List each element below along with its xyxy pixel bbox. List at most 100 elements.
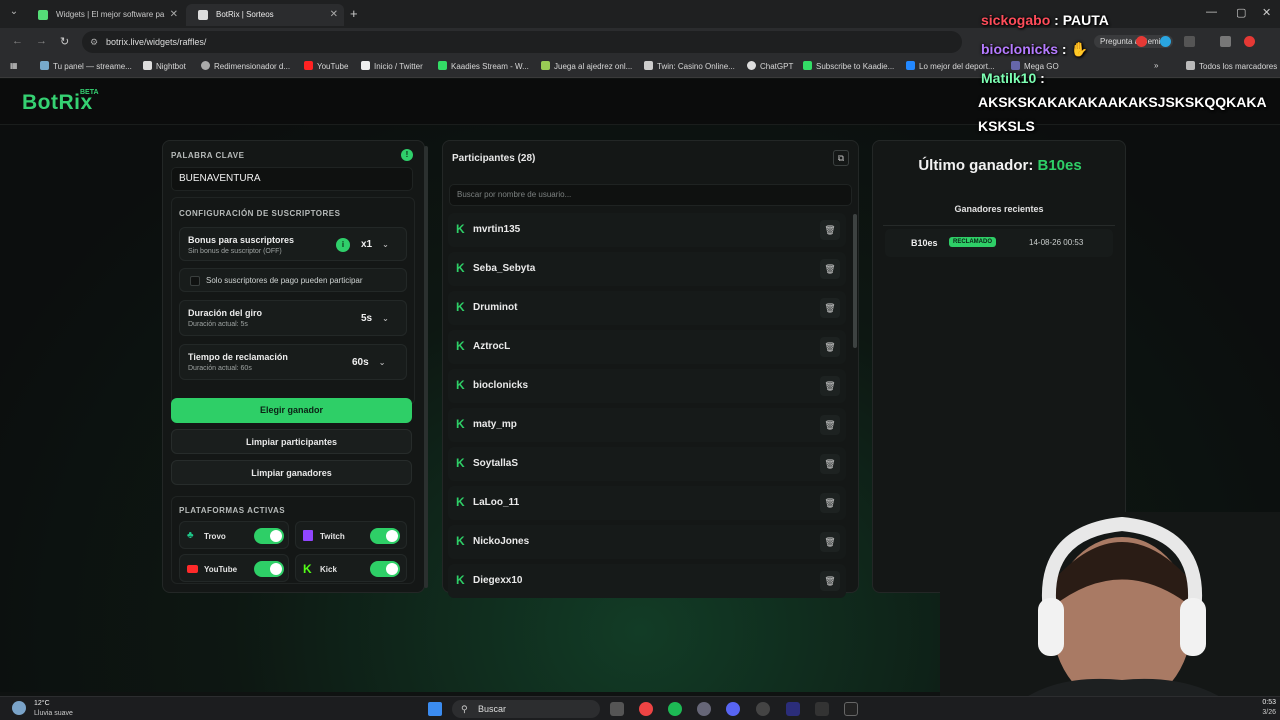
recent-winner-name: B10es: [911, 238, 938, 248]
weather-desc[interactable]: Lluvia suave: [34, 710, 73, 717]
info-icon[interactable]: i: [336, 238, 350, 252]
participant-name: bioclonicks: [473, 380, 529, 391]
beta-badge: BETA: [80, 89, 99, 96]
sidebar-icon[interactable]: [1220, 36, 1231, 47]
close-tab-icon[interactable]: ✕: [170, 4, 178, 26]
last-winner-heading: Último ganador: B10es: [918, 157, 1082, 174]
discord-icon[interactable]: [726, 702, 740, 716]
bonus-select[interactable]: x1 ⌄: [361, 239, 389, 250]
extension-icon[interactable]: [1160, 36, 1171, 47]
kick-icon: K: [456, 456, 465, 470]
participant-name: SoytallaS: [473, 458, 519, 469]
participant-row: Kbioclonicks 🗑: [448, 369, 846, 403]
apps-icon[interactable]: ▦: [10, 61, 18, 70]
claim-time-select[interactable]: 60s ⌄: [352, 357, 385, 368]
bookmark-item[interactable]: Tu panel — streame...: [40, 61, 132, 71]
streamer-webcam-image: [940, 512, 1280, 720]
site-info-icon[interactable]: ⚙: [90, 31, 98, 53]
extensions-puzzle-icon[interactable]: [1184, 36, 1195, 47]
back-icon[interactable]: ←: [12, 35, 23, 47]
delete-participant-icon[interactable]: 🗑: [820, 532, 840, 552]
windows-start-icon[interactable]: [428, 702, 442, 716]
profile-avatar[interactable]: [1244, 36, 1255, 47]
delete-participant-icon[interactable]: 🗑: [820, 337, 840, 357]
delete-participant-icon[interactable]: 🗑: [820, 259, 840, 279]
bookmark-item[interactable]: ChatGPT: [747, 61, 793, 71]
maximize-icon[interactable]: ▢: [1236, 6, 1246, 19]
address-bar-row: ← → ↻ ⚙ botrix.live/widgets/raffles/ Pre…: [0, 28, 1280, 56]
bookmark-item[interactable]: Kaadies Stream - W...: [438, 61, 529, 71]
forward-icon[interactable]: →: [36, 35, 47, 47]
claim-title: Tiempo de reclamación: [188, 352, 288, 362]
premiere-icon[interactable]: [786, 702, 800, 716]
clock-time[interactable]: 0:53: [1252, 699, 1276, 706]
more-bookmarks-icon[interactable]: »: [1154, 61, 1158, 70]
botrix-logo[interactable]: BotRix BETA: [22, 89, 99, 115]
app-icon[interactable]: [815, 702, 829, 716]
close-window-icon[interactable]: ✕: [1262, 6, 1271, 19]
info-icon[interactable]: !: [401, 149, 413, 161]
trovo-toggle[interactable]: [254, 528, 284, 544]
bookmark-item[interactable]: Nightbot: [143, 61, 186, 71]
settings-scrollbar[interactable]: [424, 146, 428, 588]
participant-name: AztrocL: [473, 341, 511, 352]
task-view-icon[interactable]: [610, 702, 624, 716]
participants-title: Participantes (28): [452, 153, 536, 164]
keyword-input[interactable]: BUENAVENTURA: [171, 167, 413, 191]
delete-participant-icon[interactable]: 🗑: [820, 493, 840, 513]
kick-icon: K: [456, 261, 465, 275]
taskbar-search-input[interactable]: ⚲ Buscar: [452, 700, 600, 718]
spin-duration-select[interactable]: 5s ⌄: [361, 313, 389, 324]
platform-youtube: YouTube: [179, 554, 289, 582]
recent-winner-row: B10es RECLAMADO 14-08-26 00:53: [885, 229, 1113, 257]
reload-icon[interactable]: ↻: [60, 35, 69, 48]
close-tab-icon[interactable]: ✕: [330, 4, 338, 26]
delete-participant-icon[interactable]: 🗑: [820, 376, 840, 396]
kick-icon: K: [456, 339, 465, 353]
bookmark-item[interactable]: YouTube: [304, 61, 348, 71]
youtube-toggle[interactable]: [254, 561, 284, 577]
bookmarks-bar: ▦ Tu panel — streame... Nightbot Redimen…: [0, 56, 1280, 78]
delete-participant-icon[interactable]: 🗑: [820, 454, 840, 474]
tab-search-icon[interactable]: ⌄: [6, 6, 22, 22]
delete-participant-icon[interactable]: 🗑: [820, 298, 840, 318]
subscriber-config-section: CONFIGURACIÓN DE SUSCRIPTORES Bonus para…: [171, 197, 415, 405]
delete-participant-icon[interactable]: 🗑: [820, 571, 840, 591]
obs-icon[interactable]: [756, 702, 770, 716]
copy-icon[interactable]: ⧉: [833, 150, 849, 166]
participant-search-input[interactable]: Buscar por nombre de usuario...: [449, 184, 852, 206]
app-icon[interactable]: [697, 702, 711, 716]
pick-winner-button[interactable]: Elegir ganador: [171, 398, 412, 423]
spotify-icon[interactable]: [668, 702, 682, 716]
search-icon: ⚲: [461, 704, 468, 714]
minimize-icon[interactable]: —: [1206, 6, 1217, 18]
twitch-toggle[interactable]: [370, 528, 400, 544]
bookmark-item[interactable]: Subscribe to Kaadie...: [803, 61, 894, 71]
new-tab-button[interactable]: +: [350, 6, 358, 21]
extension-icon[interactable]: [1136, 36, 1147, 47]
clear-winners-button[interactable]: Limpiar ganadores: [171, 460, 412, 485]
url-input[interactable]: ⚙ botrix.live/widgets/raffles/: [82, 31, 962, 53]
only-paid-checkbox[interactable]: [190, 276, 200, 286]
bookmark-item[interactable]: Redimensionador d...: [201, 61, 290, 71]
clock-date[interactable]: 3/26: [1252, 709, 1276, 716]
kick-icon: K: [456, 534, 465, 548]
chrome-icon[interactable]: [639, 702, 653, 716]
delete-participant-icon[interactable]: 🗑: [820, 415, 840, 435]
tab-botrix[interactable]: BotRix | Sorteos ✕: [186, 4, 344, 26]
bonus-subtitle: Sin bonus de suscriptor (OFF): [188, 248, 282, 255]
kick-icon: K: [456, 495, 465, 509]
bookmark-item[interactable]: Inicio / Twitter: [361, 61, 423, 71]
tab-widgets[interactable]: Widgets | El mejor software pa ✕: [26, 4, 184, 26]
bookmarks-folder[interactable]: Todos los marcadores: [1186, 61, 1277, 71]
kick-toggle[interactable]: [370, 561, 400, 577]
participants-scrollbar[interactable]: [853, 214, 857, 348]
clear-participants-button[interactable]: Limpiar participantes: [171, 429, 412, 454]
bookmark-item[interactable]: Juega al ajedrez onl...: [541, 61, 632, 71]
chevron-down-icon: ⌄: [378, 358, 386, 367]
app-icon[interactable]: [844, 702, 858, 716]
weather-temp[interactable]: 12°C: [34, 700, 50, 707]
bookmark-item[interactable]: Twin: Casino Online...: [644, 61, 735, 71]
participant-row: K AztrocL 🗑: [448, 330, 846, 364]
delete-participant-icon[interactable]: 🗑: [820, 220, 840, 240]
